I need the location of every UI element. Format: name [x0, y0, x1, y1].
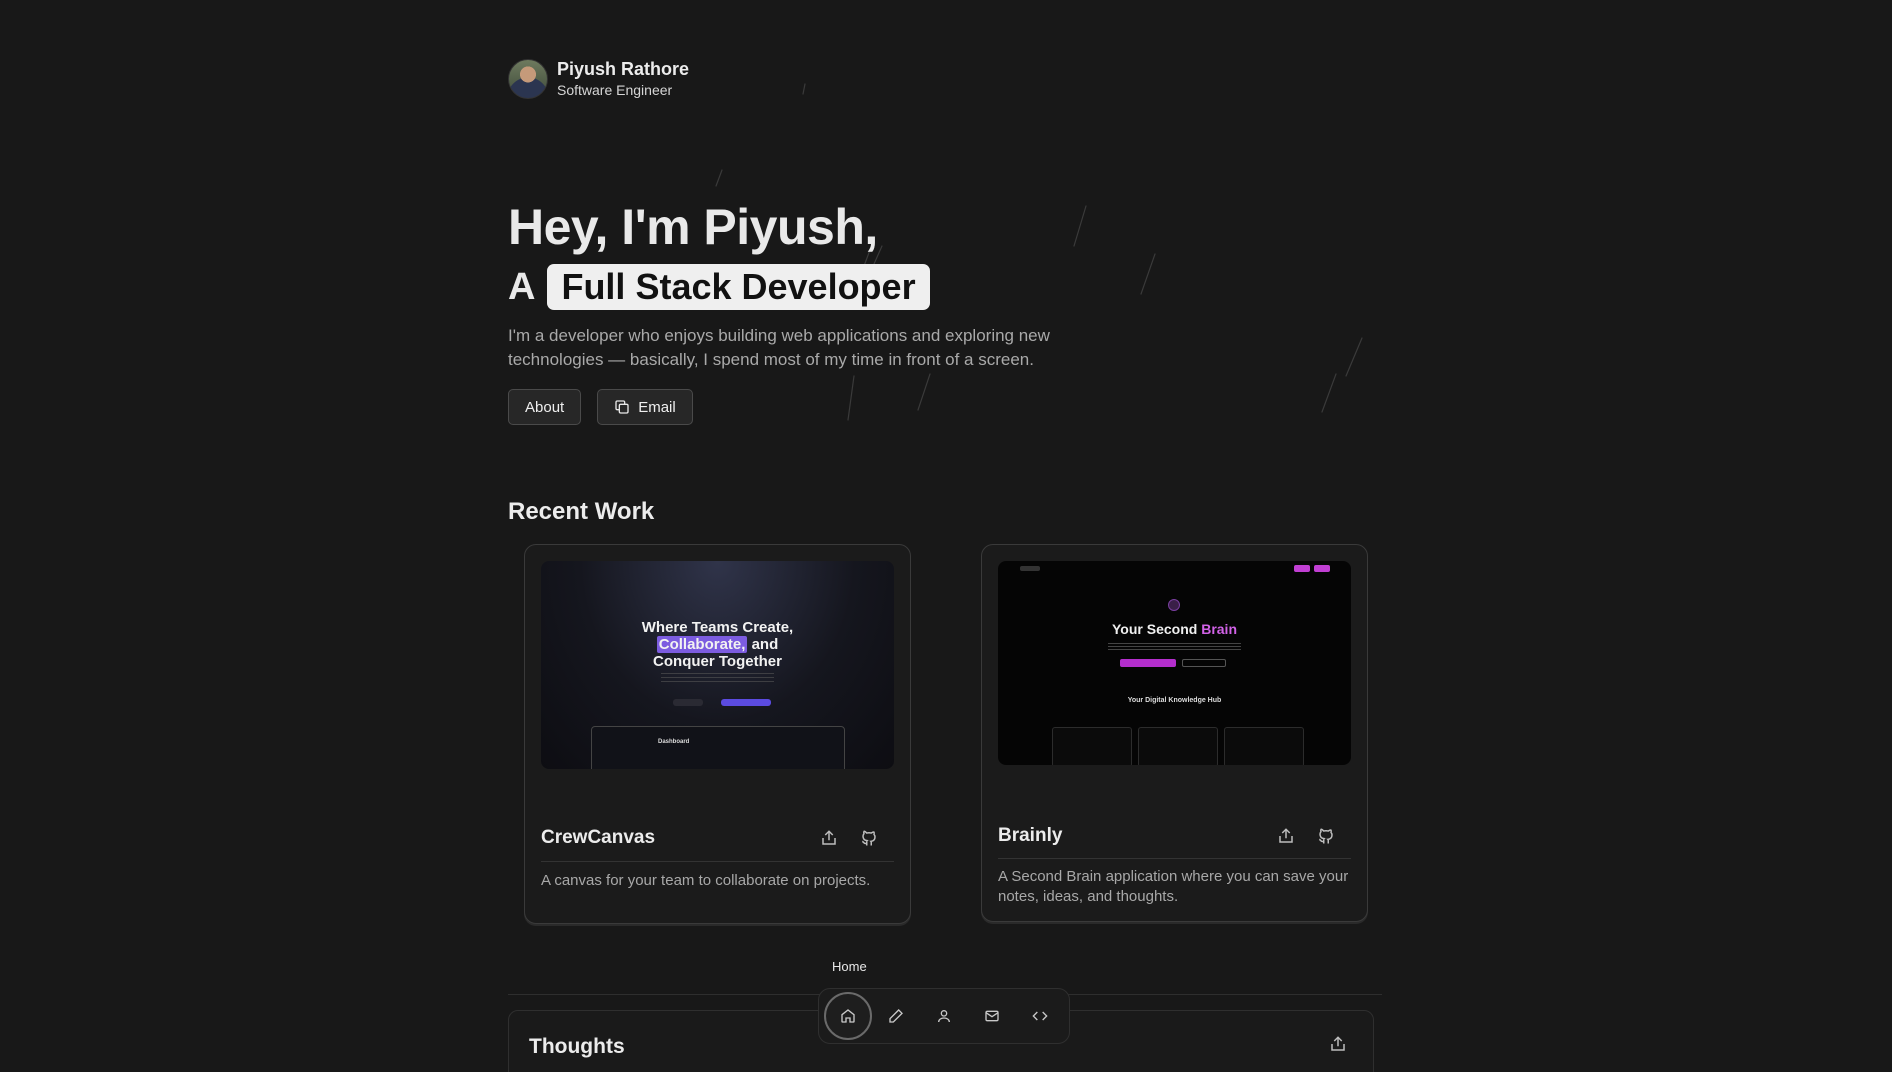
dock-home[interactable] — [824, 992, 872, 1040]
preview-heading: Where Teams Create, Collaborate, and Con… — [641, 619, 794, 670]
home-icon — [840, 1008, 856, 1024]
project-title: CrewCanvas — [541, 827, 656, 848]
project-card-crewcanvas[interactable]: Where Teams Create, Collaborate, and Con… — [524, 544, 911, 924]
recent-work-title: Recent Work — [508, 498, 655, 525]
thoughts-title: Thoughts — [529, 1035, 625, 1058]
email-button-label: Email — [638, 398, 676, 416]
dock-projects[interactable] — [1016, 992, 1064, 1040]
share-icon[interactable] — [1329, 1035, 1347, 1053]
avatar — [508, 59, 548, 99]
preview-dashboard: Dashboard — [591, 726, 845, 769]
pencil-icon — [888, 1008, 904, 1024]
email-button[interactable]: Email — [597, 389, 693, 425]
about-button[interactable]: About — [508, 389, 582, 425]
dock-blog[interactable] — [872, 992, 920, 1040]
github-icon[interactable] — [1317, 827, 1335, 845]
code-icon — [1032, 1008, 1048, 1024]
profile-role: Software Engineer — [557, 82, 673, 98]
share-icon[interactable] — [1277, 827, 1295, 845]
project-screenshot: Where Teams Create, Collaborate, and Con… — [541, 561, 894, 769]
hero-title: A Full Stack Developer — [508, 264, 930, 310]
card-divider — [998, 858, 1351, 859]
project-card-brainly[interactable]: Your Second Brain Your Digital Knowledge… — [981, 544, 1368, 922]
hero-description: I'm a developer who enjoys building web … — [508, 326, 1050, 369]
github-icon[interactable] — [860, 829, 878, 847]
preview-heading: Your Second Brain — [1112, 621, 1237, 637]
preview-subheading: Your Digital Knowledge Hub — [1127, 697, 1222, 704]
hero-highlight: Full Stack Developer — [547, 264, 930, 310]
hero-buttons: About Email — [508, 389, 693, 425]
hero-greeting: Hey, I'm Piyush, — [508, 199, 878, 255]
card-divider — [541, 861, 894, 862]
copy-icon — [614, 399, 630, 415]
project-actions — [820, 829, 878, 847]
project-description: A canvas for your team to collaborate on… — [541, 872, 871, 889]
profile-header: Piyush Rathore Software Engineer — [508, 58, 689, 100]
project-description: A Second Brain application where you can… — [998, 868, 1349, 905]
bottom-dock — [818, 988, 1070, 1044]
brain-icon — [1168, 599, 1180, 611]
share-icon[interactable] — [820, 829, 838, 847]
dock-about[interactable] — [920, 992, 968, 1040]
user-icon — [936, 1008, 952, 1024]
about-button-label: About — [525, 398, 565, 416]
profile-name: Piyush Rathore — [557, 59, 690, 79]
project-actions — [1277, 827, 1335, 845]
dock-contact[interactable] — [968, 992, 1016, 1040]
dock-tooltip: Home — [832, 959, 867, 974]
project-screenshot: Your Second Brain Your Digital Knowledge… — [998, 561, 1351, 765]
mail-icon — [984, 1008, 1000, 1024]
background-rain-lines — [715, 83, 1363, 421]
project-title: Brainly — [998, 825, 1063, 846]
hero-prefix: A — [508, 265, 536, 308]
